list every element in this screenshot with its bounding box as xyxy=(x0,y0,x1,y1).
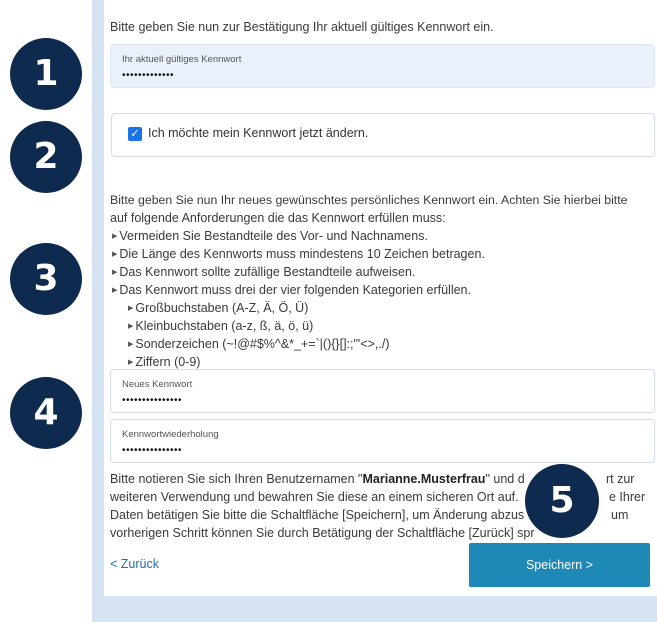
note-line2: weiteren Verwendung und bewahren Sie die… xyxy=(110,490,519,504)
note-line3-end: um xyxy=(611,508,629,522)
note-line3: Daten betätigen Sie bitte die Schaltfläc… xyxy=(110,508,525,522)
bullet-arrow-icon: ▶ xyxy=(112,233,118,240)
rule-item: ▶ Das Kennwort muss drei der vier folgend… xyxy=(112,283,471,297)
bullet-arrow-icon: ▶ xyxy=(112,287,118,294)
current-password-label: Ihr aktuell gültiges Kennwort xyxy=(122,54,242,65)
new-password-field[interactable]: Neues Kennwort ••••••••••••••• xyxy=(110,369,655,413)
category-item: ▶ Sonderzeichen (~!@#$%^&*_+=`|(){}[]:;"'… xyxy=(128,337,390,351)
username: Marianne.Musterfrau xyxy=(362,472,486,486)
current-password-value: ••••••••••••• xyxy=(122,70,175,81)
back-button[interactable]: < Zurück xyxy=(110,557,159,571)
note-line1: Bitte notieren Sie sich Ihren Benutzerna… xyxy=(110,472,525,486)
bullet-arrow-icon: ▶ xyxy=(128,323,134,330)
requirements-intro-line1: Bitte geben Sie nun Ihr neues gewünschte… xyxy=(110,193,628,207)
change-password-checkbox-label[interactable]: Ich möchte mein Kennwort jetzt ändern. xyxy=(148,126,368,140)
note-line1-end: rt zur xyxy=(606,472,635,486)
repeat-password-field[interactable]: Kennwortwiederholung ••••••••••••••• xyxy=(110,419,655,463)
current-password-field[interactable]: Ihr aktuell gültiges Kennwort ••••••••••… xyxy=(110,44,655,88)
note-line4: vorherigen Schritt können Sie durch Betä… xyxy=(110,526,535,540)
step-badge-2: 2 xyxy=(10,121,82,193)
step-badge-5: 5 xyxy=(525,464,599,538)
bullet-arrow-icon: ▶ xyxy=(128,305,134,312)
repeat-password-value: ••••••••••••••• xyxy=(122,445,183,456)
change-password-option: ✓ Ich möchte mein Kennwort jetzt ändern. xyxy=(111,113,655,157)
step-badge-3: 3 xyxy=(10,243,82,315)
change-password-checkbox[interactable]: ✓ xyxy=(128,127,142,141)
new-password-label: Neues Kennwort xyxy=(122,379,193,390)
step-badge-4: 4 xyxy=(10,377,82,449)
bullet-arrow-icon: ▶ xyxy=(112,251,118,258)
rule-item: ▶ Vermeiden Sie Bestandteile des Vor- und… xyxy=(112,229,428,243)
bullet-arrow-icon: ▶ xyxy=(128,359,134,366)
repeat-password-label: Kennwortwiederholung xyxy=(122,429,219,440)
category-item: ▶ Kleinbuchstaben (a-z, ß, ä, ö, ü) xyxy=(128,319,314,333)
new-password-value: ••••••••••••••• xyxy=(122,395,183,406)
note-line2-end: e Ihrer xyxy=(609,490,646,504)
rule-item: ▶ Die Länge des Kennworts muss mindestens… xyxy=(112,247,485,261)
save-button[interactable]: Speichern > xyxy=(469,543,650,587)
bullet-arrow-icon: ▶ xyxy=(128,341,134,348)
intro-text: Bitte geben Sie nun zur Bestätigung Ihr … xyxy=(110,20,494,34)
bullet-arrow-icon: ▶ xyxy=(112,269,118,276)
rule-item: ▶ Das Kennwort sollte zufällige Bestandte… xyxy=(112,265,416,279)
category-item: ▶ Großbuchstaben (A-Z, Ä, Ö, Ü) xyxy=(128,301,309,315)
step-badge-1: 1 xyxy=(10,38,82,110)
requirements-intro-line2: auf folgende Anforderungen die das Kennw… xyxy=(110,211,446,225)
